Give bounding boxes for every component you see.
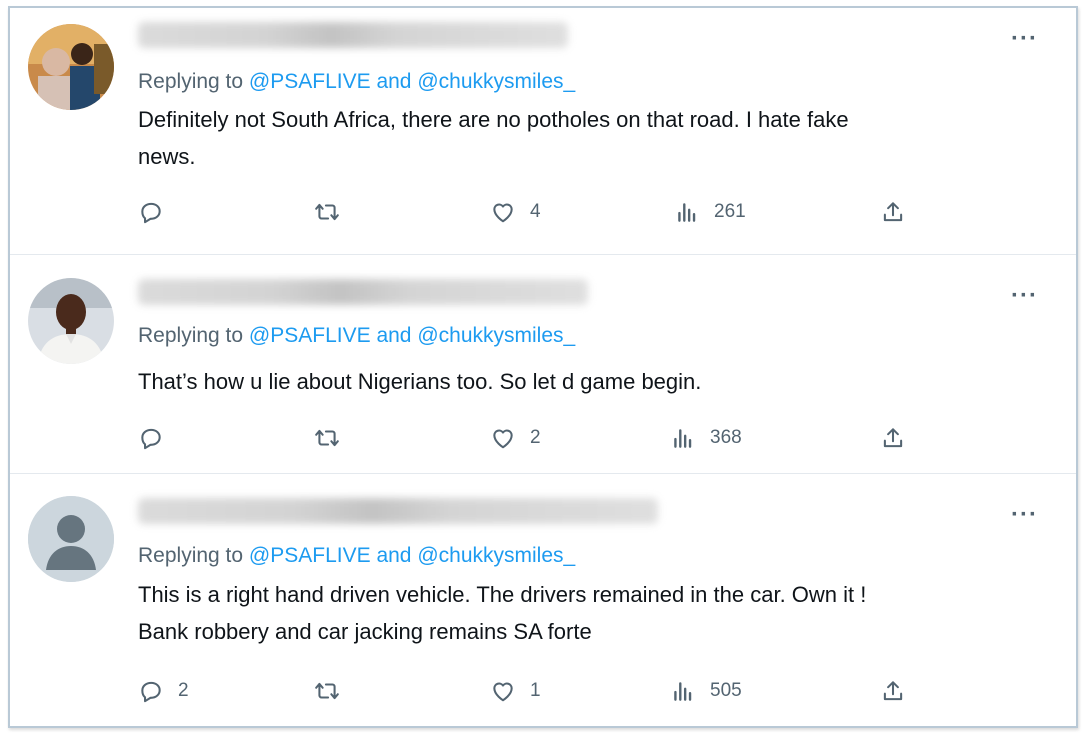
mention-link[interactable]: @PSAFLIVE: [249, 324, 371, 347]
tweet-text: This is a right hand driven vehicle. The…: [138, 576, 1048, 650]
mention-link[interactable]: @PSAFLIVE: [249, 544, 371, 567]
share-icon: [883, 428, 903, 448]
views-icon: [678, 203, 696, 222]
reply-button[interactable]: [138, 196, 178, 228]
tweet-thread-panel: ··· Replying to @PSAFLIVE and @chukkysmi…: [8, 6, 1078, 728]
view-count: 505: [710, 680, 742, 701]
avatar[interactable]: [28, 496, 114, 582]
view-count: 368: [710, 427, 742, 448]
avatar[interactable]: [28, 278, 114, 364]
views-button[interactable]: 505: [670, 675, 742, 707]
tweet-text: Definitely not South Africa, there are n…: [138, 101, 1048, 175]
replying-to-line: Replying to @PSAFLIVE and @chukkysmiles_: [138, 544, 575, 568]
username-redacted: [138, 279, 588, 305]
username-redacted: [138, 22, 568, 48]
reply-icon: [141, 202, 161, 224]
more-icon[interactable]: ···: [1011, 503, 1038, 527]
default-avatar-icon: [28, 496, 114, 582]
and-text: and: [376, 324, 412, 347]
views-icon: [674, 429, 692, 448]
retweet-button[interactable]: [314, 422, 340, 454]
more-icon[interactable]: ···: [1011, 27, 1038, 51]
views-icon: [674, 682, 692, 701]
retweet-icon: [315, 429, 339, 447]
replying-to-line: Replying to @PSAFLIVE and @chukkysmiles_: [138, 70, 575, 94]
retweet-button[interactable]: [314, 196, 340, 228]
avatar[interactable]: [28, 24, 114, 110]
views-button[interactable]: 261: [674, 196, 746, 228]
username-redacted: [138, 498, 658, 524]
like-button[interactable]: 4: [490, 196, 541, 228]
like-icon: [493, 682, 513, 702]
share-button[interactable]: [880, 422, 906, 454]
tweet-2[interactable]: ··· Replying to @PSAFLIVE and @chukkysmi…: [10, 255, 1076, 472]
reply-count: 2: [178, 680, 189, 701]
like-button[interactable]: 1: [490, 675, 541, 707]
share-icon: [883, 202, 903, 222]
share-button[interactable]: [880, 675, 906, 707]
tweet-text-line: Bank robbery and car jacking remains SA …: [138, 619, 592, 644]
reply-button[interactable]: [138, 422, 178, 454]
tweet-1[interactable]: ··· Replying to @PSAFLIVE and @chukkysmi…: [10, 8, 1076, 253]
view-count: 261: [714, 201, 746, 222]
replying-to-line: Replying to @PSAFLIVE and @chukkysmiles_: [138, 324, 575, 348]
replying-label: Replying to: [138, 544, 244, 567]
like-count: 2: [530, 427, 541, 448]
reply-icon: [141, 681, 161, 703]
replying-label: Replying to: [138, 324, 244, 347]
action-bar: 2 368: [138, 422, 938, 454]
more-icon[interactable]: ···: [1011, 284, 1038, 308]
mention-link[interactable]: @chukkysmiles_: [417, 544, 575, 567]
reply-button[interactable]: 2: [138, 675, 189, 707]
tweet-text-line: That’s how u lie about Nigerians too. So…: [138, 369, 702, 394]
replying-label: Replying to: [138, 70, 244, 93]
share-icon: [883, 681, 903, 701]
mention-link[interactable]: @chukkysmiles_: [417, 70, 575, 93]
views-button[interactable]: 368: [670, 422, 742, 454]
action-bar: 2 1 505: [138, 675, 938, 707]
tweet-text-line: news.: [138, 144, 196, 169]
and-text: and: [376, 70, 412, 93]
reply-icon: [141, 428, 161, 450]
action-bar: 4 261: [138, 196, 938, 228]
like-icon: [493, 203, 513, 223]
like-count: 4: [530, 201, 541, 222]
like-count: 1: [530, 680, 541, 701]
share-button[interactable]: [880, 196, 906, 228]
tweet-text-line: Definitely not South Africa, there are n…: [138, 107, 849, 132]
and-text: and: [376, 544, 412, 567]
retweet-icon: [315, 203, 339, 221]
tweet-text-line: This is a right hand driven vehicle. The…: [138, 582, 867, 607]
retweet-icon: [315, 682, 339, 700]
like-button[interactable]: 2: [490, 422, 541, 454]
like-icon: [493, 429, 513, 449]
mention-link[interactable]: @chukkysmiles_: [417, 324, 575, 347]
mention-link[interactable]: @PSAFLIVE: [249, 70, 371, 93]
tweet-text: That’s how u lie about Nigerians too. So…: [138, 363, 1048, 400]
retweet-button[interactable]: [314, 675, 340, 707]
tweet-3[interactable]: ··· Replying to @PSAFLIVE and @chukkysmi…: [10, 474, 1076, 724]
